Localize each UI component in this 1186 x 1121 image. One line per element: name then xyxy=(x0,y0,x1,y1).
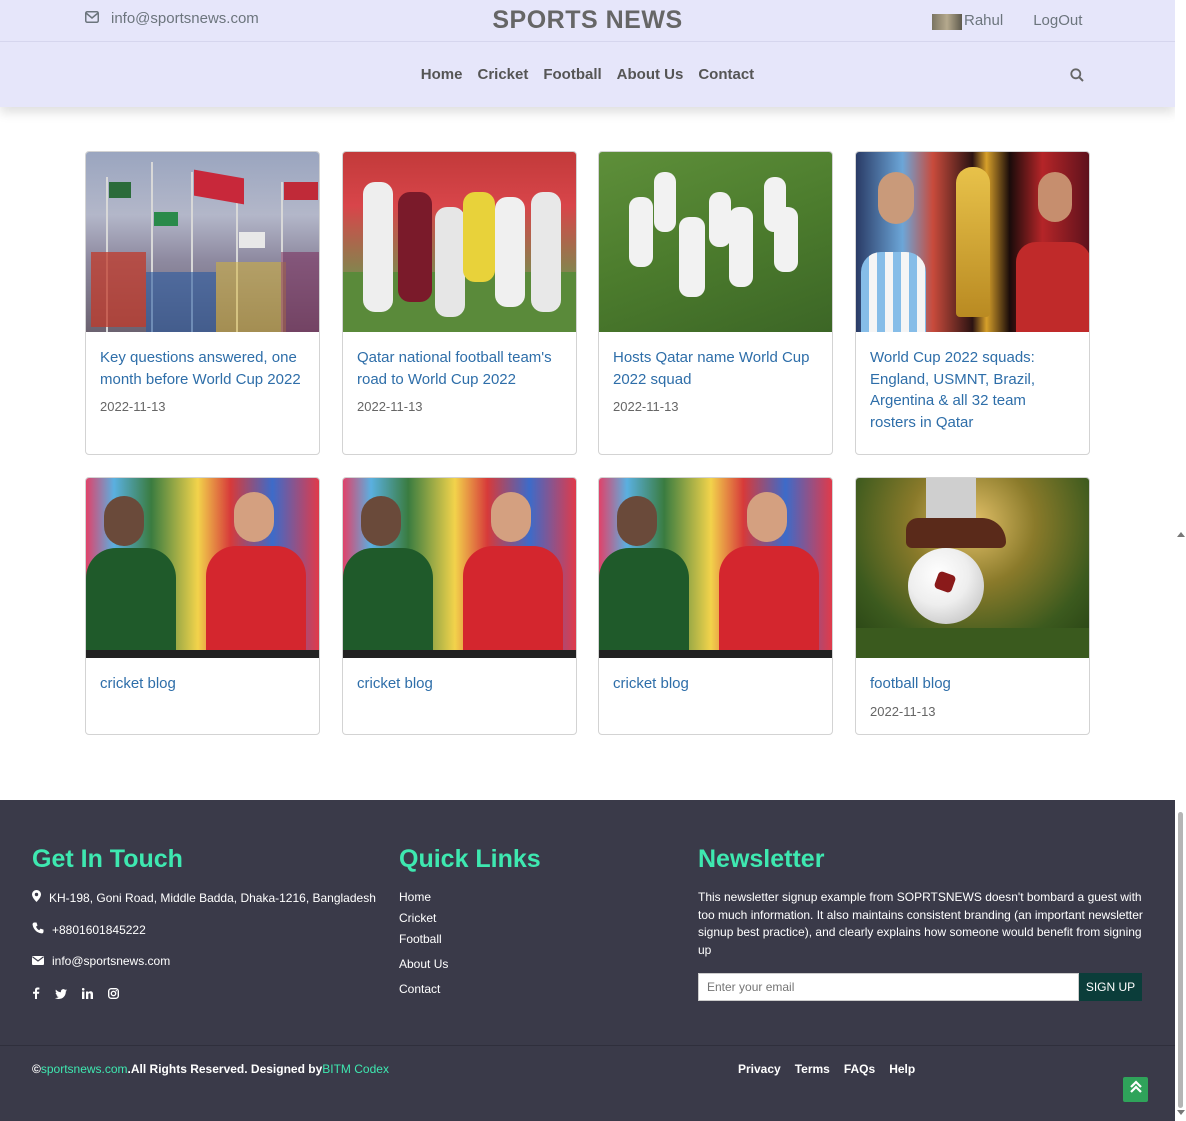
nav-home[interactable]: Home xyxy=(421,66,463,83)
news-card[interactable]: cricket blog xyxy=(598,477,833,735)
qatar-players-image xyxy=(599,152,832,332)
footer-link-cricket[interactable]: Cricket xyxy=(399,911,436,925)
card-title[interactable]: World Cup 2022 squads: England, USMNT, B… xyxy=(856,347,1089,433)
double-chevron-up-icon xyxy=(1129,1080,1143,1099)
newsletter-email-input[interactable] xyxy=(698,973,1079,1001)
nav-football[interactable]: Football xyxy=(543,66,601,83)
search-icon[interactable] xyxy=(1070,68,1084,87)
designer-link[interactable]: BITM Codex xyxy=(322,1062,389,1076)
news-card[interactable]: cricket blog xyxy=(342,477,577,735)
card-title[interactable]: football blog xyxy=(856,673,1089,695)
card-title[interactable]: cricket blog xyxy=(86,673,319,695)
address-line: KH-198, Goni Road, Middle Badda, Dhaka-1… xyxy=(32,890,376,905)
phone-icon xyxy=(32,922,44,937)
football-ball-image xyxy=(856,478,1089,658)
footer-link-football[interactable]: Football xyxy=(399,932,442,946)
news-card[interactable]: Qatar national football team's road to W… xyxy=(342,151,577,455)
nav-contact[interactable]: Contact xyxy=(698,66,754,83)
cricket-captains-image xyxy=(343,478,576,658)
news-card[interactable]: Hosts Qatar name World Cup 2022 squad 20… xyxy=(598,151,833,455)
card-title[interactable]: cricket blog xyxy=(343,673,576,695)
social-icons xyxy=(32,987,120,1002)
privacy-link[interactable]: Privacy xyxy=(738,1062,781,1076)
facebook-icon[interactable] xyxy=(32,987,40,1002)
newsletter-heading: Newsletter xyxy=(698,845,825,873)
sign-up-button[interactable]: SIGN UP xyxy=(1079,973,1142,1001)
card-title[interactable]: Key questions answered, one month before… xyxy=(86,347,319,390)
envelope-icon xyxy=(32,954,44,968)
scroll-down-arrow-icon[interactable] xyxy=(1177,1110,1185,1115)
instagram-icon[interactable] xyxy=(107,987,120,1002)
faqs-link[interactable]: FAQs xyxy=(844,1062,875,1076)
copyright-symbol: © xyxy=(32,1062,41,1076)
star-players-trophy-image xyxy=(856,152,1089,332)
footer-link-contact[interactable]: Contact xyxy=(399,982,440,996)
user-name[interactable]: Rahul xyxy=(964,12,1003,29)
footer-email-text: info@sportsnews.com xyxy=(52,954,171,968)
copyright: ©sportsnews.com.All Rights Reserved. Des… xyxy=(32,1062,389,1076)
team-celebration-image xyxy=(343,152,576,332)
news-card[interactable]: football blog 2022-11-13 xyxy=(855,477,1090,735)
cricket-captains-image xyxy=(599,478,832,658)
card-title[interactable]: cricket blog xyxy=(599,673,832,695)
page-scrollbar[interactable] xyxy=(1175,0,1186,1121)
site-footer: Get In Touch KH-198, Goni Road, Middle B… xyxy=(0,800,1175,1121)
nav-about-us[interactable]: About Us xyxy=(617,66,684,83)
twitter-icon[interactable] xyxy=(55,988,67,1002)
page: info@sportsnews.com SPORTS NEWS Rahul Lo… xyxy=(0,0,1186,1121)
card-date: 2022-11-13 xyxy=(613,399,679,414)
map-marker-icon xyxy=(32,890,41,905)
main-nav: Home Cricket Football About Us Contact xyxy=(0,66,1175,83)
site-header: info@sportsnews.com SPORTS NEWS Rahul Lo… xyxy=(0,0,1175,107)
contact-heading: Get In Touch xyxy=(32,845,183,873)
copyright-site-link[interactable]: sportsnews.com xyxy=(41,1062,128,1076)
phone-line: +8801601845222 xyxy=(32,922,146,937)
terms-link[interactable]: Terms xyxy=(795,1062,830,1076)
newsletter-description: This newsletter signup example from SOPR… xyxy=(698,890,1143,957)
news-card[interactable]: Key questions answered, one month before… xyxy=(85,151,320,455)
card-title[interactable]: Hosts Qatar name World Cup 2022 squad xyxy=(599,347,832,390)
bottom-links: Privacy Terms FAQs Help xyxy=(738,1062,915,1076)
scrollbar-thumb[interactable] xyxy=(1178,812,1183,1108)
footer-divider xyxy=(0,1045,1175,1046)
news-card[interactable]: cricket blog xyxy=(85,477,320,735)
user-area: Rahul LogOut xyxy=(932,10,1082,30)
cricket-captains-image xyxy=(86,478,319,658)
card-date: 2022-11-13 xyxy=(357,399,423,414)
footer-link-about-us[interactable]: About Us xyxy=(399,957,448,971)
phone-text: +8801601845222 xyxy=(52,922,146,937)
footer-link-home[interactable]: Home xyxy=(399,890,431,904)
nav-cricket[interactable]: Cricket xyxy=(477,66,528,83)
address-text: KH-198, Goni Road, Middle Badda, Dhaka-1… xyxy=(49,890,376,905)
card-title[interactable]: Qatar national football team's road to W… xyxy=(343,347,576,390)
linkedin-icon[interactable] xyxy=(81,987,93,1002)
flags-image xyxy=(86,152,319,332)
copyright-text: .All Rights Reserved. Designed by xyxy=(127,1062,323,1076)
card-date: 2022-11-13 xyxy=(870,703,936,719)
scroll-up-arrow-icon[interactable] xyxy=(1177,532,1185,537)
back-to-top-button[interactable] xyxy=(1123,1077,1148,1102)
top-bar: info@sportsnews.com SPORTS NEWS Rahul Lo… xyxy=(0,0,1175,42)
avatar[interactable] xyxy=(932,14,962,30)
card-date: 2022-11-13 xyxy=(100,399,166,414)
news-card[interactable]: World Cup 2022 squads: England, USMNT, B… xyxy=(855,151,1090,455)
logout-link[interactable]: LogOut xyxy=(1033,12,1082,29)
quick-links-heading: Quick Links xyxy=(399,845,541,873)
help-link[interactable]: Help xyxy=(889,1062,915,1076)
email-line[interactable]: info@sportsnews.com xyxy=(32,954,170,968)
